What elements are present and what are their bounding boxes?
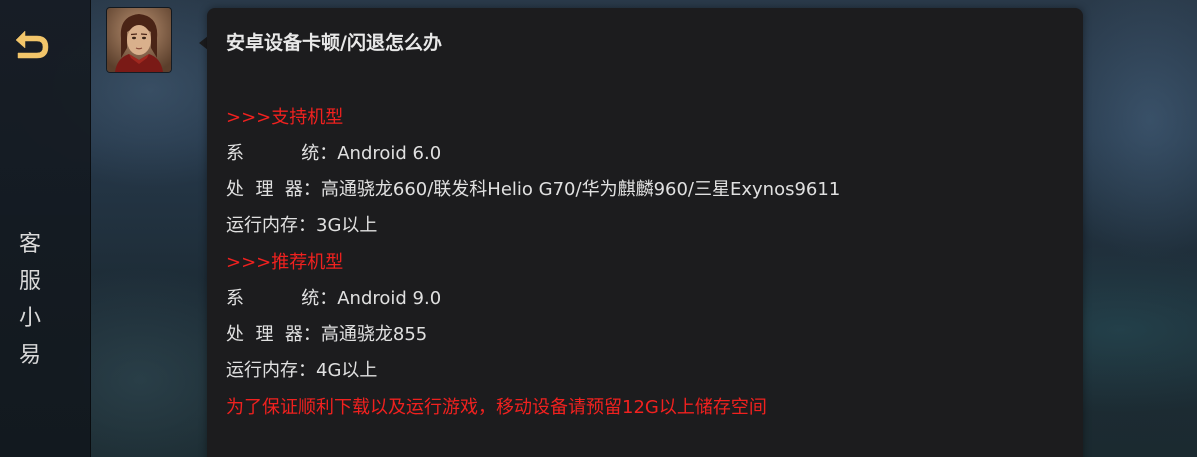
sidebar-title-char: 小 [18, 306, 41, 331]
agent-avatar [107, 8, 171, 72]
spec-line-os: 系 统：Android 6.0 [226, 143, 442, 164]
spec-line-os: 系 统：Android 9.0 [226, 288, 442, 309]
screen: 客 服 小 易 安卓设备卡顿/闪退怎么办 >>>支持机型 系 统：Android… [0, 0, 1197, 457]
spec-line-ram: 运行内存：3G以上 [226, 215, 378, 236]
spec-line-cpu: 处 理 器：高通骁龙855 [226, 324, 428, 345]
sidebar: 客 服 小 易 [0, 0, 91, 457]
sidebar-title-char: 易 [18, 343, 41, 368]
section-header-recommended: >>>推荐机型 [226, 252, 344, 273]
portrait-icon [107, 8, 171, 72]
spec-line-cpu: 处 理 器：高通骁龙660/联发科Helio G70/华为麒麟960/三星Exy… [226, 179, 841, 200]
storage-notice: 为了保证顺利下载以及运行游戏，移动设备请预留12G以上储存空间 [226, 397, 767, 418]
sidebar-title-char: 服 [18, 269, 41, 294]
back-button[interactable] [10, 26, 52, 64]
spec-line-ram: 运行内存：4G以上 [226, 360, 378, 381]
message-bubble: 安卓设备卡顿/闪退怎么办 >>>支持机型 系 统：Android 6.0 处 理… [207, 8, 1083, 457]
sidebar-title: 客 服 小 易 [0, 226, 60, 374]
section-header-supported: >>>支持机型 [226, 107, 344, 128]
back-arrow-icon [15, 30, 49, 59]
message-title: 安卓设备卡顿/闪退怎么办 [226, 32, 442, 54]
sidebar-title-char: 客 [18, 232, 41, 257]
